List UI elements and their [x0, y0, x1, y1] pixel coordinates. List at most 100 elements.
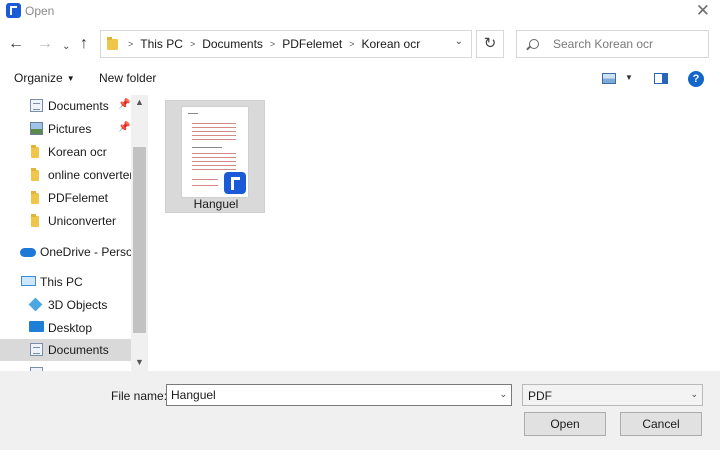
chevron-down-icon[interactable]: ⌄ [499, 389, 507, 400]
sidebar-item-label: online converter [48, 168, 134, 182]
help-icon[interactable]: ? [688, 71, 704, 87]
sidebar-item-label: 3D Objects [48, 298, 108, 312]
scroll-up-chevron-icon[interactable]: ▲ [135, 97, 144, 107]
file-list: Hanguel [148, 95, 720, 371]
thumb-line [192, 169, 236, 170]
breadcrumb-this-pc[interactable]: This PC [140, 37, 183, 51]
sidebar-item-label: This PC [40, 275, 83, 289]
organize-button[interactable]: Organize ▼ [14, 71, 75, 85]
sidebar-item-desktop[interactable]: Desktop [0, 317, 131, 339]
breadcrumb-korean-ocr[interactable]: Korean ocr [361, 37, 420, 51]
chevron-down-icon: ⌄ [690, 389, 698, 399]
file-name-field-label: File name: [111, 389, 168, 403]
navigation-pane: Documents 📌 Pictures 📌 Korean ocr online… [0, 95, 148, 371]
change-view-icon[interactable] [602, 73, 616, 84]
sidebar-item-label: Pictures [48, 122, 92, 136]
thumb-line [192, 161, 236, 162]
folder-icon [31, 214, 39, 227]
open-button[interactable]: Open [524, 412, 606, 436]
thumb-line [192, 135, 236, 136]
title-bar: Open ✕ [0, 0, 720, 24]
preview-pane-icon[interactable] [654, 73, 668, 84]
address-bar[interactable]: > This PC > Documents > PDFelemet > Kore… [100, 30, 472, 58]
sidebar-scrollbar[interactable]: ▲ ▼ [131, 95, 148, 371]
pin-icon[interactable]: 📌 [118, 99, 130, 110]
search-icon [529, 39, 539, 49]
file-name-label: Hanguel [193, 197, 239, 211]
thumb-line [192, 147, 222, 148]
thumb-line [192, 127, 236, 128]
sidebar-item-online-converter[interactable]: online converter [0, 164, 134, 186]
desktop-icon [29, 321, 44, 332]
scroll-down-chevron-icon[interactable]: ▼ [135, 357, 144, 367]
organize-label: Organize [14, 71, 63, 85]
thumb-line [192, 157, 236, 158]
file-type-select[interactable]: PDF ⌄ [522, 384, 703, 406]
computer-icon [21, 276, 36, 286]
sidebar-item-label: Uniconverter [48, 214, 117, 228]
breadcrumb: > This PC > Documents > PDFelemet > Kore… [121, 31, 420, 57]
back-arrow-icon[interactable]: ← [8, 34, 24, 54]
refresh-button[interactable]: ↻ [476, 30, 504, 58]
pictures-icon [30, 122, 43, 135]
sidebar-item-korean-ocr[interactable]: Korean ocr [0, 141, 131, 163]
thumb-line [192, 165, 236, 166]
search-box[interactable] [516, 30, 709, 58]
chevron-right-icon[interactable]: > [270, 39, 275, 49]
chevron-down-icon[interactable]: ⌄ [455, 36, 463, 47]
3d-objects-icon [28, 297, 43, 312]
close-icon[interactable]: ✕ [696, 1, 710, 21]
file-name-combobox[interactable]: ⌄ [166, 384, 512, 406]
command-toolbar: Organize ▼ New folder ▼ ? [0, 64, 720, 94]
documents-icon [30, 343, 43, 356]
folder-icon [31, 191, 39, 204]
sidebar-item-label: PDFelemet [48, 191, 109, 205]
sidebar-item-pdfelemet[interactable]: PDFelemet [0, 187, 131, 209]
chevron-right-icon[interactable]: > [190, 39, 195, 49]
sidebar-item-documents-quick[interactable]: Documents 📌 [0, 95, 131, 117]
breadcrumb-documents[interactable]: Documents [202, 37, 263, 51]
up-arrow-icon[interactable]: ↑ [80, 34, 88, 54]
breadcrumb-pdfelemet[interactable]: PDFelemet [282, 37, 342, 51]
dialog-footer: File name: ⌄ PDF ⌄ Open Cancel [0, 371, 720, 450]
chevron-right-icon[interactable]: > [128, 39, 133, 49]
sidebar-item-label: Desktop [48, 321, 93, 335]
file-name-input[interactable] [171, 387, 481, 403]
file-item-hanguel[interactable]: Hanguel [165, 100, 265, 213]
sidebar-item-this-pc[interactable]: This PC [0, 271, 131, 293]
folder-icon [31, 145, 39, 158]
folder-icon [107, 37, 118, 50]
forward-arrow-icon[interactable]: → [37, 34, 53, 54]
navigation-bar: ← → ⌄ ↑ > This PC > Documents > PDFeleme… [0, 28, 720, 62]
new-folder-button[interactable]: New folder [99, 71, 156, 85]
cancel-button[interactable]: Cancel [620, 412, 702, 436]
thumb-line [188, 113, 198, 114]
sidebar-item-uniconverter[interactable]: Uniconverter [0, 210, 131, 232]
window-title: Open [25, 4, 55, 18]
sidebar-item-label: OneDrive - Person [40, 245, 140, 259]
sidebar-item-onedrive[interactable]: OneDrive - Person [0, 241, 139, 263]
folder-icon [31, 168, 39, 181]
recent-locations-chevron-icon[interactable]: ⌄ [62, 37, 70, 57]
sidebar-item-label: Documents [48, 343, 109, 357]
pdfelement-badge-icon [224, 172, 246, 194]
caret-down-icon: ▼ [66, 74, 75, 83]
sidebar-item-3d-objects[interactable]: 3D Objects [0, 294, 131, 316]
sidebar-item-documents[interactable]: Documents [0, 339, 131, 361]
scrollbar-thumb[interactable] [133, 147, 146, 333]
refresh-icon: ↻ [483, 35, 497, 52]
sidebar-item-label: Documents [48, 99, 109, 113]
file-type-value: PDF [528, 389, 552, 403]
view-options-caret-icon[interactable]: ▼ [625, 73, 633, 82]
sidebar-item-pictures[interactable]: Pictures 📌 [0, 118, 131, 140]
sidebar-item-label: Korean ocr [48, 145, 107, 159]
app-logo-icon [6, 3, 21, 18]
pdf-thumbnail [182, 107, 248, 197]
search-input[interactable] [553, 35, 703, 53]
thumb-line [192, 185, 218, 186]
pin-icon[interactable]: 📌 [118, 122, 130, 133]
documents-icon [30, 99, 43, 112]
onedrive-cloud-icon [20, 248, 36, 257]
sidebar-item-partial[interactable] [0, 363, 131, 371]
chevron-right-icon[interactable]: > [349, 39, 354, 49]
